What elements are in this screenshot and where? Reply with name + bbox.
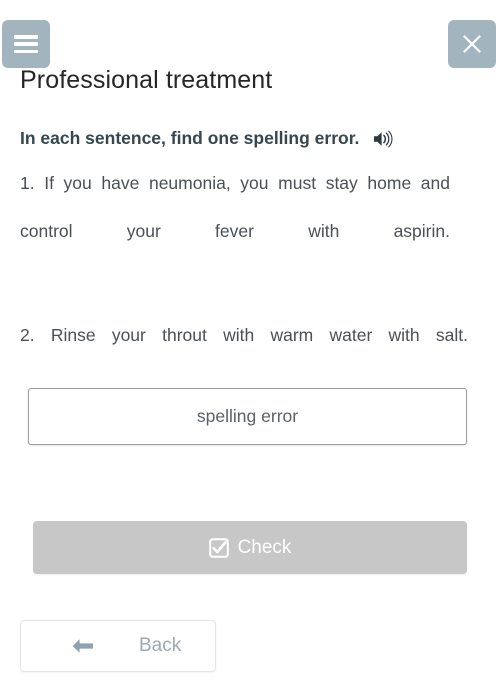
close-button[interactable] xyxy=(448,20,496,68)
page-title: Professional treatment xyxy=(20,66,273,94)
check-button-label: Check xyxy=(237,536,292,558)
arrow-left-icon xyxy=(70,636,96,656)
exercise-content: In each sentence, find one spelling erro… xyxy=(20,128,468,410)
checkbox-checked-icon xyxy=(208,537,229,558)
back-button-label: Back xyxy=(139,635,182,656)
close-x-icon xyxy=(463,35,481,53)
hamburger-menu-icon xyxy=(14,35,38,53)
answer-input[interactable]: spelling error xyxy=(28,388,467,445)
back-button[interactable]: Back xyxy=(20,620,216,672)
instruction-text: In each sentence, find one spelling erro… xyxy=(20,128,360,148)
sentence-1: 1. If you have neumonia, you must stay h… xyxy=(20,172,450,241)
top-bar xyxy=(0,0,500,72)
instruction-row: In each sentence, find one spelling erro… xyxy=(20,128,468,150)
speaker-sound-icon[interactable] xyxy=(373,130,393,148)
menu-button[interactable] xyxy=(2,20,50,68)
check-button[interactable]: Check xyxy=(33,521,467,574)
answer-input-value: spelling error xyxy=(196,406,299,426)
